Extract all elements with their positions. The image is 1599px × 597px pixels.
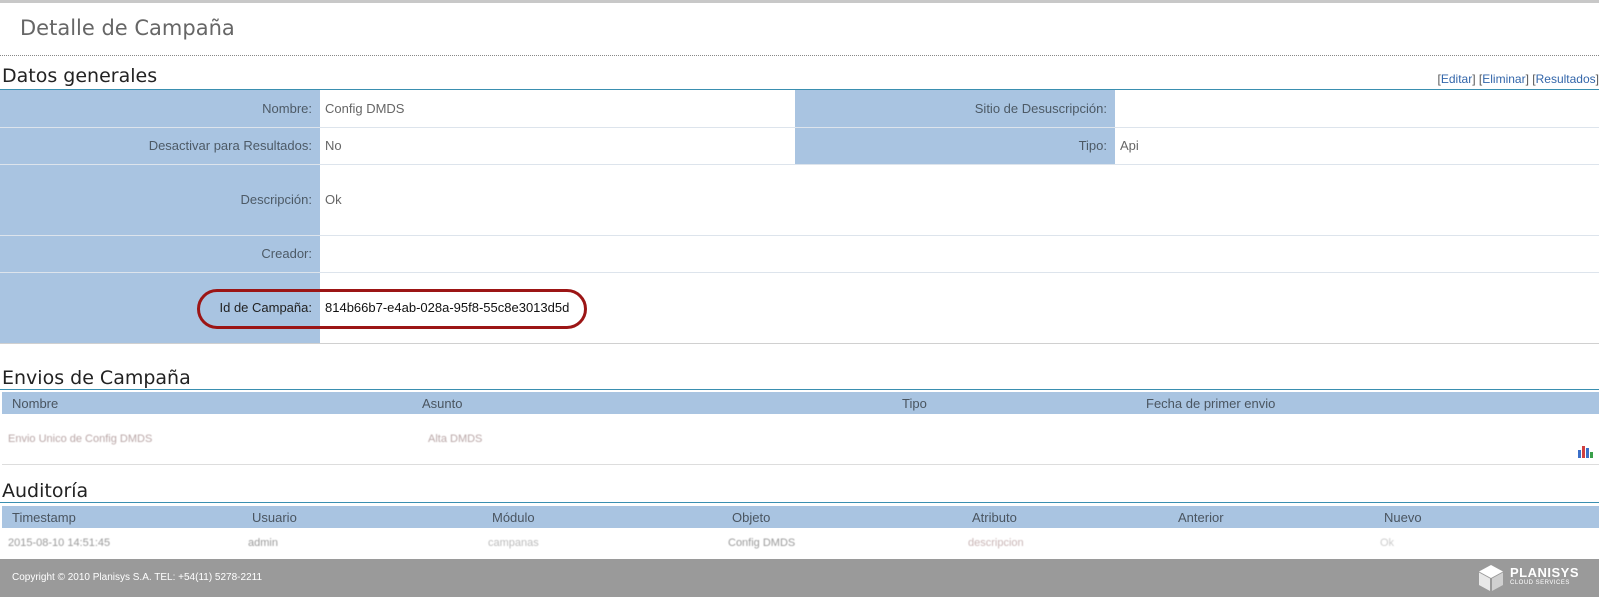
envios-table: Nombre Asunto Tipo Fecha de primer envio… bbox=[2, 392, 1599, 465]
audit-anterior bbox=[1168, 528, 1374, 558]
delete-link[interactable]: Eliminar bbox=[1482, 72, 1525, 86]
envios-col-fecha[interactable]: Fecha de primer envio bbox=[1136, 392, 1549, 414]
results-link[interactable]: Resultados bbox=[1536, 72, 1596, 86]
table-row: 2015-08-10 14:51:45 admin campanas Confi… bbox=[2, 528, 1599, 558]
audit-usuario: admin bbox=[248, 537, 278, 549]
envio-nombre-link[interactable]: Envio Unico de Config DMDS bbox=[2, 414, 412, 465]
sitio-label: Sitio de Desuscripción: bbox=[795, 90, 1115, 128]
section-line-envios bbox=[0, 389, 1599, 390]
descripcion-value: Ok bbox=[320, 164, 1599, 236]
page-title: Detalle de Campaña bbox=[20, 16, 235, 40]
creador-label: Creador: bbox=[0, 235, 320, 273]
title-divider bbox=[0, 55, 1599, 56]
desactivar-label: Desactivar para Resultados: bbox=[0, 127, 320, 165]
footer: Copyright © 2010 Planisys S.A. TEL: +54(… bbox=[0, 559, 1599, 597]
descripcion-label: Descripción: bbox=[0, 164, 320, 236]
audit-col-usuario[interactable]: Usuario bbox=[242, 506, 482, 528]
envio-tipo bbox=[892, 414, 1136, 465]
id-campana-label: Id de Campaña: bbox=[0, 272, 320, 344]
envios-col-nombre[interactable]: Nombre bbox=[2, 392, 412, 414]
audit-objeto: Config DMDS bbox=[728, 537, 796, 549]
section-title-envios: Envios de Campaña bbox=[2, 367, 191, 389]
audit-timestamp: 2015-08-10 14:51:45 bbox=[8, 537, 111, 549]
audit-col-objeto[interactable]: Objeto bbox=[722, 506, 962, 528]
envios-col-tipo[interactable]: Tipo bbox=[892, 392, 1136, 414]
audit-col-anterior[interactable]: Anterior bbox=[1168, 506, 1374, 528]
auditoria-table: Timestamp Usuario Módulo Objeto Atributo… bbox=[2, 506, 1599, 558]
audit-col-timestamp[interactable]: Timestamp bbox=[2, 506, 242, 528]
edit-link[interactable]: Editar bbox=[1441, 72, 1472, 86]
table-row: Envio Unico de Config DMDS Alta DMDS bbox=[2, 414, 1599, 465]
sitio-value bbox=[1115, 90, 1599, 128]
section-title-datos-generales: Datos generales bbox=[2, 65, 158, 87]
planisys-logo[interactable]: PLANISYS CLOUD SERVICES bbox=[1478, 563, 1579, 593]
section-line-auditoria bbox=[0, 502, 1599, 503]
logo-main-text: PLANISYS bbox=[1509, 565, 1579, 580]
audit-col-atributo[interactable]: Atributo bbox=[962, 506, 1168, 528]
logo-sub-text: CLOUD SERVICES bbox=[1509, 580, 1570, 586]
bar-chart-icon[interactable] bbox=[1577, 444, 1593, 458]
top-bar bbox=[0, 0, 1599, 3]
section-title-auditoria: Auditoría bbox=[2, 480, 89, 502]
audit-atributo: descripcion bbox=[968, 537, 1024, 549]
cube-icon bbox=[1478, 565, 1503, 591]
audit-nuevo: Ok bbox=[1380, 537, 1395, 549]
envios-col-asunto[interactable]: Asunto bbox=[412, 392, 892, 414]
envio-fecha bbox=[1136, 414, 1549, 465]
creador-value bbox=[320, 235, 1599, 273]
desactivar-value: No bbox=[320, 127, 795, 165]
details-table: Nombre: Config DMDS Sitio de Desuscripci… bbox=[0, 90, 1599, 344]
audit-col-modulo[interactable]: Módulo bbox=[482, 506, 722, 528]
nombre-value: Config DMDS bbox=[320, 90, 795, 128]
tipo-label: Tipo: bbox=[795, 127, 1115, 165]
nombre-label: Nombre: bbox=[0, 90, 320, 128]
audit-modulo: campanas bbox=[488, 537, 539, 549]
audit-col-nuevo[interactable]: Nuevo bbox=[1374, 506, 1599, 528]
id-campana-value: 814b66b7-e4ab-028a-95f8-55c8e3013d5d bbox=[320, 272, 1599, 344]
envios-col-actions bbox=[1549, 392, 1599, 414]
copyright-text: Copyright © 2010 Planisys S.A. TEL: +54(… bbox=[12, 572, 263, 583]
envio-asunto: Alta DMDS bbox=[412, 414, 892, 465]
tipo-value: Api bbox=[1115, 127, 1599, 165]
actions-bar: [Editar] [Eliminar] [Resultados] bbox=[1437, 72, 1599, 86]
